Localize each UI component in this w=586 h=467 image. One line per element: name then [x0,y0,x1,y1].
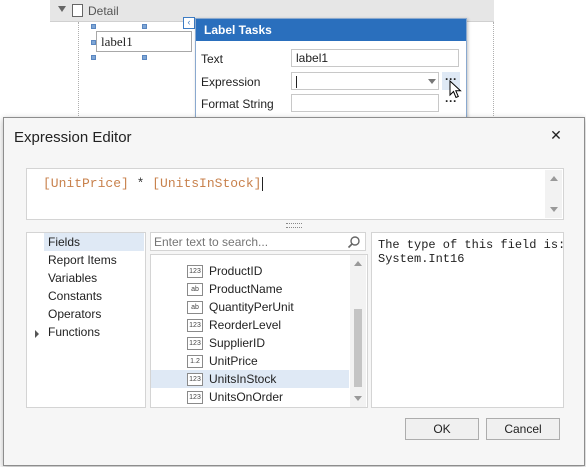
field-item[interactable]: 123 ReorderLevel [151,316,349,334]
resize-handle[interactable] [142,55,147,60]
category-item-functions[interactable]: Functions [44,323,144,341]
category-item-fields[interactable]: Fields [44,233,144,251]
integer-field-icon: 123 [187,373,203,386]
expand-arrow-icon[interactable] [35,330,39,338]
string-field-icon: ab [187,283,203,296]
text-caret [296,75,297,88]
scroll-up-icon[interactable] [550,176,558,181]
resize-handle[interactable] [91,55,96,60]
expression-input[interactable]: [UnitPrice] * [UnitsInStock] [26,168,564,220]
field-name: ProductID [209,264,263,278]
category-list: Fields Report Items Variables Constants … [26,232,146,408]
category-item-operators[interactable]: Operators [44,305,144,323]
field-name: UnitPrice [209,354,258,368]
expression-field[interactable] [291,72,439,90]
text-label: Text [201,52,224,66]
integer-field-icon: 123 [187,391,203,404]
field-list: 123 ProductID ab ProductName ab Quantity… [150,254,368,408]
integer-field-icon: 123 [187,337,203,350]
expression-token: [UnitPrice] [43,176,129,191]
label-tasks-title: Label Tasks [196,19,466,41]
band-icon [72,4,83,17]
label-control[interactable]: label1 [96,31,192,52]
field-list-scrollbar[interactable] [350,255,366,407]
field-item[interactable]: 123 ProductID [151,262,349,280]
scroll-down-icon[interactable] [354,396,362,401]
splitter-handle[interactable] [286,223,302,228]
field-item[interactable]: 123 SupplierID [151,334,349,352]
margin-guide [78,22,79,122]
resize-handle[interactable] [142,24,147,29]
search-input[interactable] [154,234,344,249]
mouse-pointer-icon [449,80,462,99]
expression-operator: * [128,176,153,191]
text-caret [262,176,264,191]
margin-guide [493,22,494,122]
field-item[interactable]: 1.2 UnitPrice [151,352,349,370]
string-field-icon: ab [187,301,203,314]
collapse-arrow-icon[interactable] [58,6,66,12]
expression-text: [UnitPrice] * [UnitsInStock] [43,176,264,191]
scroll-down-icon[interactable] [550,207,558,212]
integer-field-icon: 123 [187,265,203,278]
category-item-variables[interactable]: Variables [44,269,144,287]
field-name: UnitsOnOrder [209,390,284,404]
resize-handle[interactable] [91,24,96,29]
field-name: ReorderLevel [209,318,282,332]
expression-label: Expression [201,75,261,89]
category-item-constants[interactable]: Constants [44,287,144,305]
scroll-up-icon[interactable] [354,261,362,266]
field-description: The type of this field is: System.Int16 [378,238,566,266]
scrollbar-thumb[interactable] [354,309,362,387]
field-item[interactable]: ab QuantityPerUnit [151,298,349,316]
field-name: UnitsInStock [209,372,277,386]
dialog-title: Expression Editor [14,129,132,146]
band-label: Detail [88,4,119,18]
field-item[interactable]: ab ProductName [151,280,349,298]
search-box[interactable] [150,232,366,251]
description-panel: The type of this field is: System.Int16 [371,232,566,408]
decimal-field-icon: 1.2 [187,355,203,368]
expression-scrollbar[interactable] [545,170,562,218]
field-name: ProductName [209,282,283,296]
dropdown-arrow-icon[interactable] [428,79,436,84]
format-string-label: Format String [201,97,274,111]
expression-token: [UnitsInStock] [152,176,262,191]
ok-button[interactable]: OK [405,418,479,440]
smart-tag-icon[interactable]: ‹ [183,17,195,29]
integer-field-icon: 123 [187,319,203,332]
resize-handle[interactable] [91,40,96,45]
close-icon[interactable]: ✕ [548,127,564,143]
expression-editor-dialog: Expression Editor ✕ [UnitPrice] * [Units… [3,117,585,466]
search-icon[interactable] [347,235,361,249]
category-item-report-items[interactable]: Report Items [44,251,144,269]
label-tasks-panel: Label Tasks Text label1 Expression ··· F… [195,18,467,130]
field-item-selected[interactable]: 123 UnitsInStock [151,370,349,388]
field-name: SupplierID [209,336,266,350]
text-field[interactable]: label1 [291,49,459,67]
field-name: QuantityPerUnit [209,300,294,314]
field-item[interactable]: 123 UnitsOnOrder [151,388,349,406]
format-string-field[interactable] [291,94,439,112]
cancel-button[interactable]: Cancel [486,418,560,440]
